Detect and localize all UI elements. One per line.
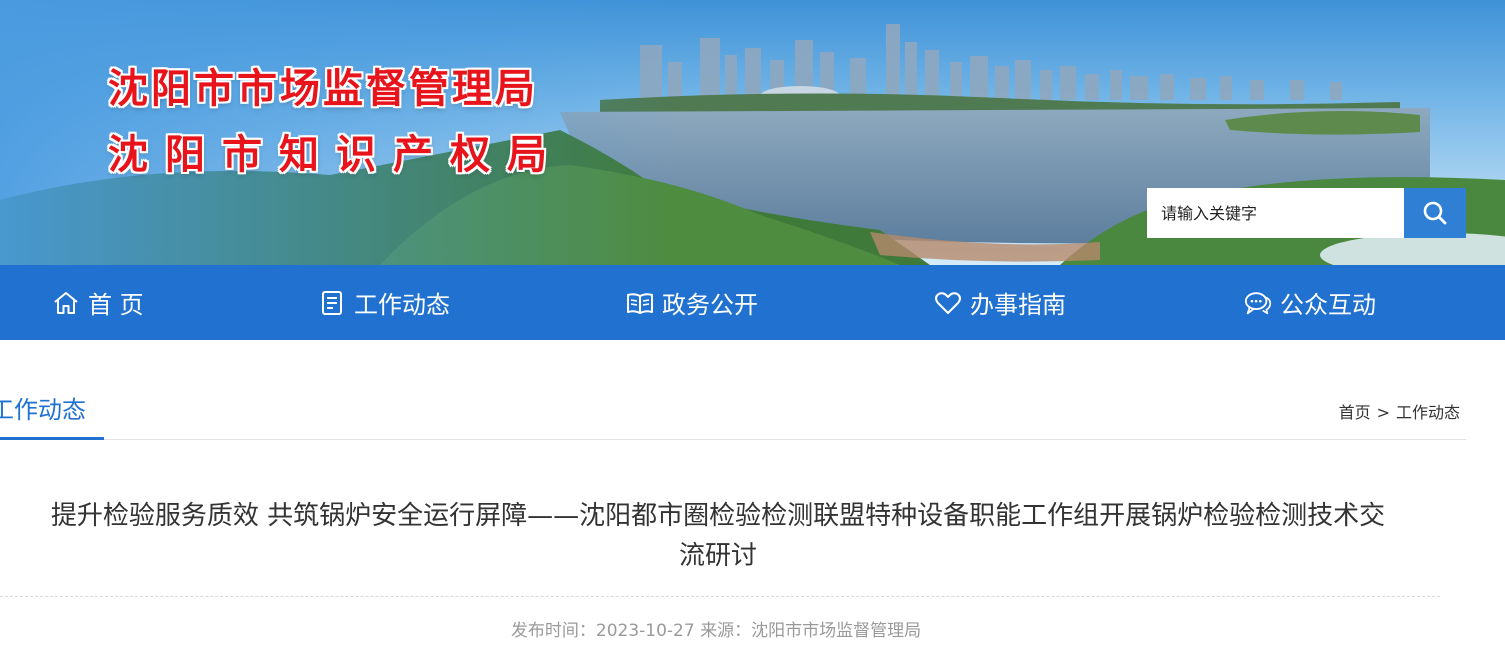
heart-icon xyxy=(934,289,962,317)
publish-date-label: 发布时间： xyxy=(510,621,596,641)
nav-item-public-interaction[interactable]: 公众互动 xyxy=(1244,265,1376,340)
nav-label-gov-affairs: 政务公开 xyxy=(662,291,758,319)
chat-icon xyxy=(1244,289,1272,317)
nav-label-service-guide: 办事指南 xyxy=(970,291,1066,319)
source-value: 沈阳市市场监督管理局 xyxy=(751,621,922,641)
document-icon xyxy=(318,289,346,317)
site-title-line1: 沈阳市市场监督管理局 xyxy=(108,66,538,112)
search-icon xyxy=(1423,201,1447,225)
nav-item-home[interactable]: 首 页 xyxy=(52,265,144,340)
search-input[interactable] xyxy=(1147,188,1404,238)
nav-item-work-news[interactable]: 工作动态 xyxy=(318,265,450,340)
breadcrumb-separator: > xyxy=(1376,403,1390,422)
search-box xyxy=(1147,188,1466,238)
main-nav: 首 页 工作动态 政务公开 办事指南 公众互动 xyxy=(0,265,1505,340)
site-banner: 沈阳市市场监督管理局 沈阳市知识产权局 xyxy=(0,0,1505,265)
nav-label-work-news: 工作动态 xyxy=(354,291,450,319)
nav-item-gov-affairs[interactable]: 政务公开 xyxy=(626,265,758,340)
section-tab-work-news[interactable]: 工作动态 xyxy=(0,384,104,440)
nav-label-home: 首 页 xyxy=(88,291,144,319)
publish-date: 2023-10-27 xyxy=(595,621,695,641)
source-label: 来源： xyxy=(700,621,752,641)
nav-label-public-interaction: 公众互动 xyxy=(1280,291,1376,319)
nav-item-service-guide[interactable]: 办事指南 xyxy=(934,265,1066,340)
section-header: 工作动态 首页 > 工作动态 xyxy=(0,384,1466,440)
article-title: 提升检验服务质效 共筑锅炉安全运行屏障——沈阳都市圈检验检测联盟特种设备职能工作… xyxy=(50,501,1386,571)
article-divider xyxy=(0,596,1440,597)
breadcrumb-current-link[interactable]: 工作动态 xyxy=(1396,403,1460,422)
search-button[interactable] xyxy=(1404,188,1466,238)
article-meta: 发布时间：2023-10-27 来源：沈阳市市场监督管理局 xyxy=(0,616,1432,641)
book-icon xyxy=(626,289,654,317)
home-icon xyxy=(52,289,80,317)
breadcrumb: 首页 > 工作动态 xyxy=(1339,399,1460,423)
site-title-line2: 沈阳市知识产权局 xyxy=(108,132,564,178)
breadcrumb-home-link[interactable]: 首页 xyxy=(1339,403,1371,422)
